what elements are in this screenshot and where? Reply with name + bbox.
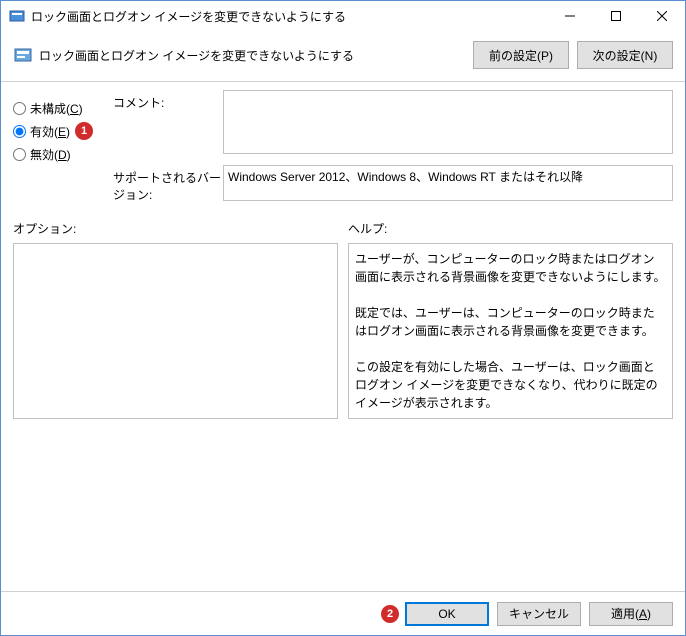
dialog-footer: 2 OK キャンセル 適用(A) bbox=[1, 591, 685, 635]
header: ロック画面とログオン イメージを変更できないようにする 前の設定(P) 次の設定… bbox=[1, 31, 685, 81]
window-controls bbox=[547, 1, 685, 31]
supported-textarea: Windows Server 2012、Windows 8、Windows RT… bbox=[223, 165, 673, 201]
options-label: オプション: bbox=[13, 220, 338, 237]
radio-not-configured-label: 未構成(C) bbox=[30, 100, 83, 117]
radio-disabled[interactable] bbox=[13, 148, 26, 161]
cancel-button[interactable]: キャンセル bbox=[497, 602, 581, 626]
close-button[interactable] bbox=[639, 1, 685, 31]
comment-label: コメント: bbox=[113, 90, 223, 157]
previous-setting-button[interactable]: 前の設定(P) bbox=[473, 41, 569, 69]
minimize-button[interactable] bbox=[547, 1, 593, 31]
titlebar: ロック画面とログオン イメージを変更できないようにする bbox=[1, 1, 685, 31]
radio-enabled-label: 有効(E) bbox=[30, 123, 70, 140]
radio-enabled[interactable] bbox=[13, 125, 26, 138]
separator bbox=[1, 81, 685, 82]
annotation-marker-2: 2 bbox=[381, 605, 399, 623]
state-radios: 未構成(C) 有効(E) 1 無効(D) bbox=[13, 90, 113, 212]
apply-button[interactable]: 適用(A) bbox=[589, 602, 673, 626]
help-label: ヘルプ: bbox=[348, 220, 673, 237]
comment-textarea[interactable] bbox=[223, 90, 673, 154]
ok-button[interactable]: OK bbox=[405, 602, 489, 626]
maximize-button[interactable] bbox=[593, 1, 639, 31]
next-setting-button[interactable]: 次の設定(N) bbox=[577, 41, 673, 69]
help-panel: ユーザーが、コンピューターのロック時またはログオン画面に表示される背景画像を変更… bbox=[348, 243, 673, 419]
options-panel bbox=[13, 243, 338, 419]
radio-not-configured[interactable] bbox=[13, 102, 26, 115]
radio-disabled-label: 無効(D) bbox=[30, 146, 71, 163]
policy-icon bbox=[13, 45, 33, 65]
supported-label: サポートされるバージョン: bbox=[113, 165, 223, 204]
policy-title: ロック画面とログオン イメージを変更できないようにする bbox=[39, 47, 465, 64]
app-icon bbox=[9, 8, 25, 24]
window-title: ロック画面とログオン イメージを変更できないようにする bbox=[31, 8, 547, 25]
annotation-marker-1: 1 bbox=[75, 122, 93, 140]
